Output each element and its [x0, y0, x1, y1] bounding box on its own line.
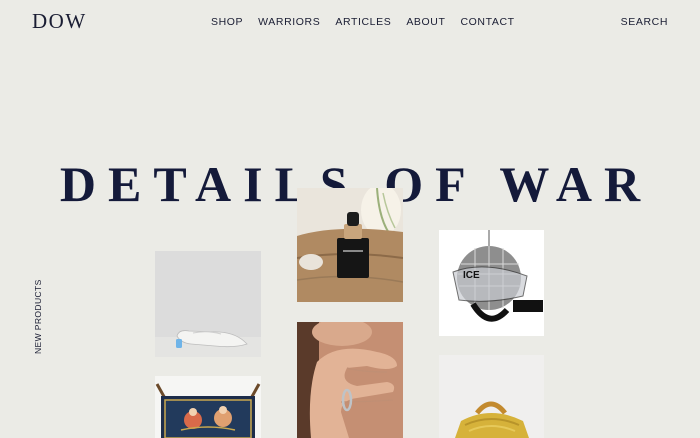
product-image-shoe[interactable] [155, 251, 261, 357]
bag-image [439, 355, 544, 438]
product-image-tapestry[interactable] [155, 376, 261, 438]
shoe-image [155, 251, 261, 357]
ring-image [297, 322, 403, 438]
nav-shop[interactable]: SHOP [211, 16, 243, 28]
search-link[interactable]: SEARCH [621, 16, 668, 28]
main-nav: SHOP WARRIORS ARTICLES ABOUT CONTACT [211, 16, 515, 28]
product-image-helmet[interactable]: ICE [439, 230, 544, 336]
helmet-image: ICE [439, 230, 544, 336]
nav-warriors[interactable]: WARRIORS [258, 16, 320, 28]
nav-contact[interactable]: CONTACT [460, 16, 514, 28]
nav-about[interactable]: ABOUT [406, 16, 445, 28]
logo[interactable]: DOW [32, 9, 87, 34]
nav-articles[interactable]: ARTICLES [335, 16, 391, 28]
product-image-bag[interactable] [439, 355, 544, 438]
svg-text:ICE: ICE [463, 270, 480, 281]
tapestry-image [155, 376, 261, 438]
serum-image [297, 188, 403, 302]
new-products-label: NEW PRODUCTS [33, 279, 43, 354]
product-image-ring[interactable] [297, 322, 403, 438]
product-image-serum[interactable] [297, 188, 403, 302]
